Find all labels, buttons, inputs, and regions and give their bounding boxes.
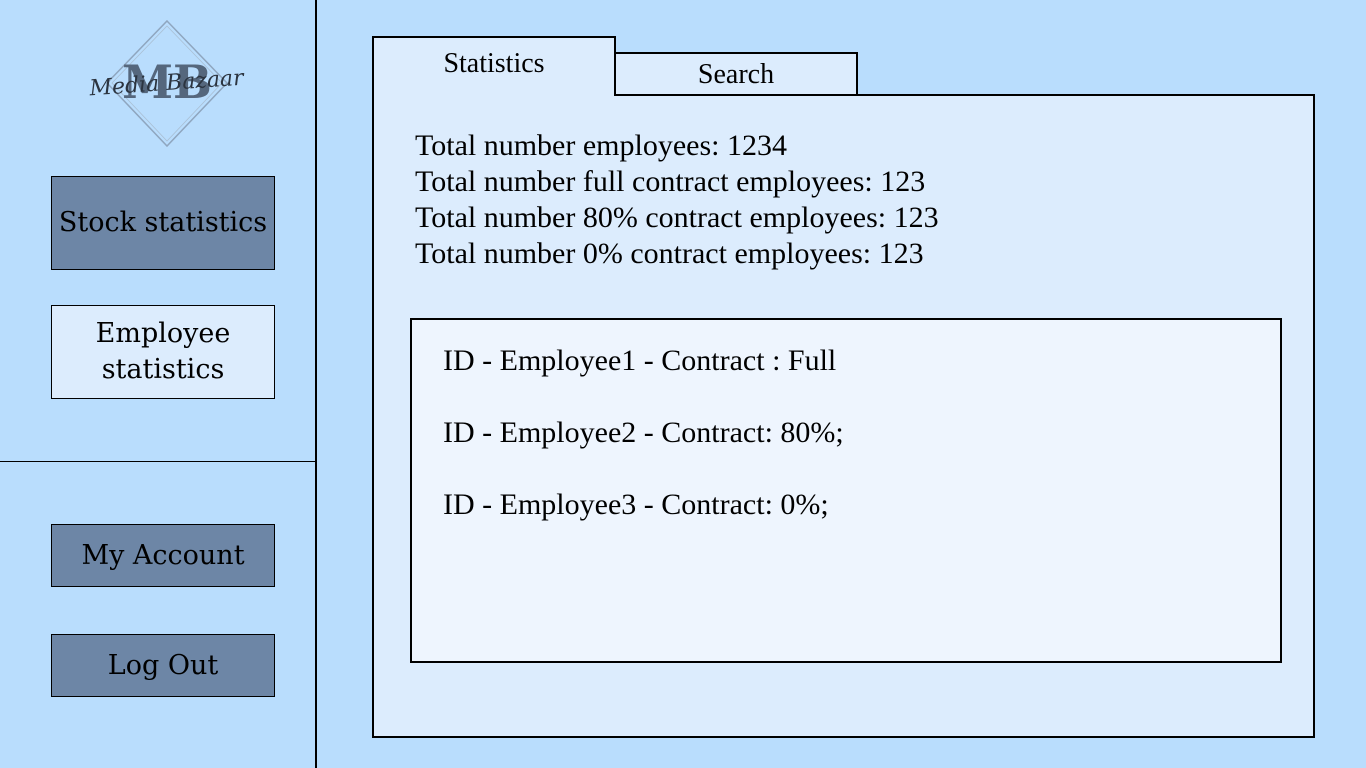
tab-search[interactable]: Search [614,52,858,96]
list-item[interactable]: ID - Employee2 - Contract: 80%; [443,416,844,450]
sidebar-divider [0,461,315,462]
log-out-button[interactable]: Log Out [51,634,275,697]
employee-list[interactable]: ID - Employee1 - Contract : Full ID - Em… [410,318,1282,663]
employee-statistics-button[interactable]: Employee statistics [51,305,275,399]
eighty-contract-text: Total number 80% contract employees: 123 [415,201,939,234]
total-employees-text: Total number employees: 1234 [415,129,787,162]
tab-statistics[interactable]: Statistics [372,36,616,96]
media-bazaar-logo: MB Media Bazaar [80,18,255,150]
list-item[interactable]: ID - Employee1 - Contract : Full [443,344,836,378]
statistics-panel: Total number employees: 1234 Total numbe… [372,94,1315,738]
zero-contract-text: Total number 0% contract employees: 123 [415,237,924,270]
logo-diamond-icon: MB Media Bazaar [88,19,246,148]
employee-summary: Total number employees: 1234 Total numbe… [415,128,939,272]
my-account-button[interactable]: My Account [51,524,275,587]
app-window: MB Media Bazaar Stock statistics Employe… [0,0,1366,768]
list-item[interactable]: ID - Employee3 - Contract: 0%; [443,488,829,522]
sidebar: MB Media Bazaar Stock statistics Employe… [0,0,317,768]
full-contract-text: Total number full contract employees: 12… [415,165,926,198]
stock-statistics-button[interactable]: Stock statistics [51,176,275,270]
